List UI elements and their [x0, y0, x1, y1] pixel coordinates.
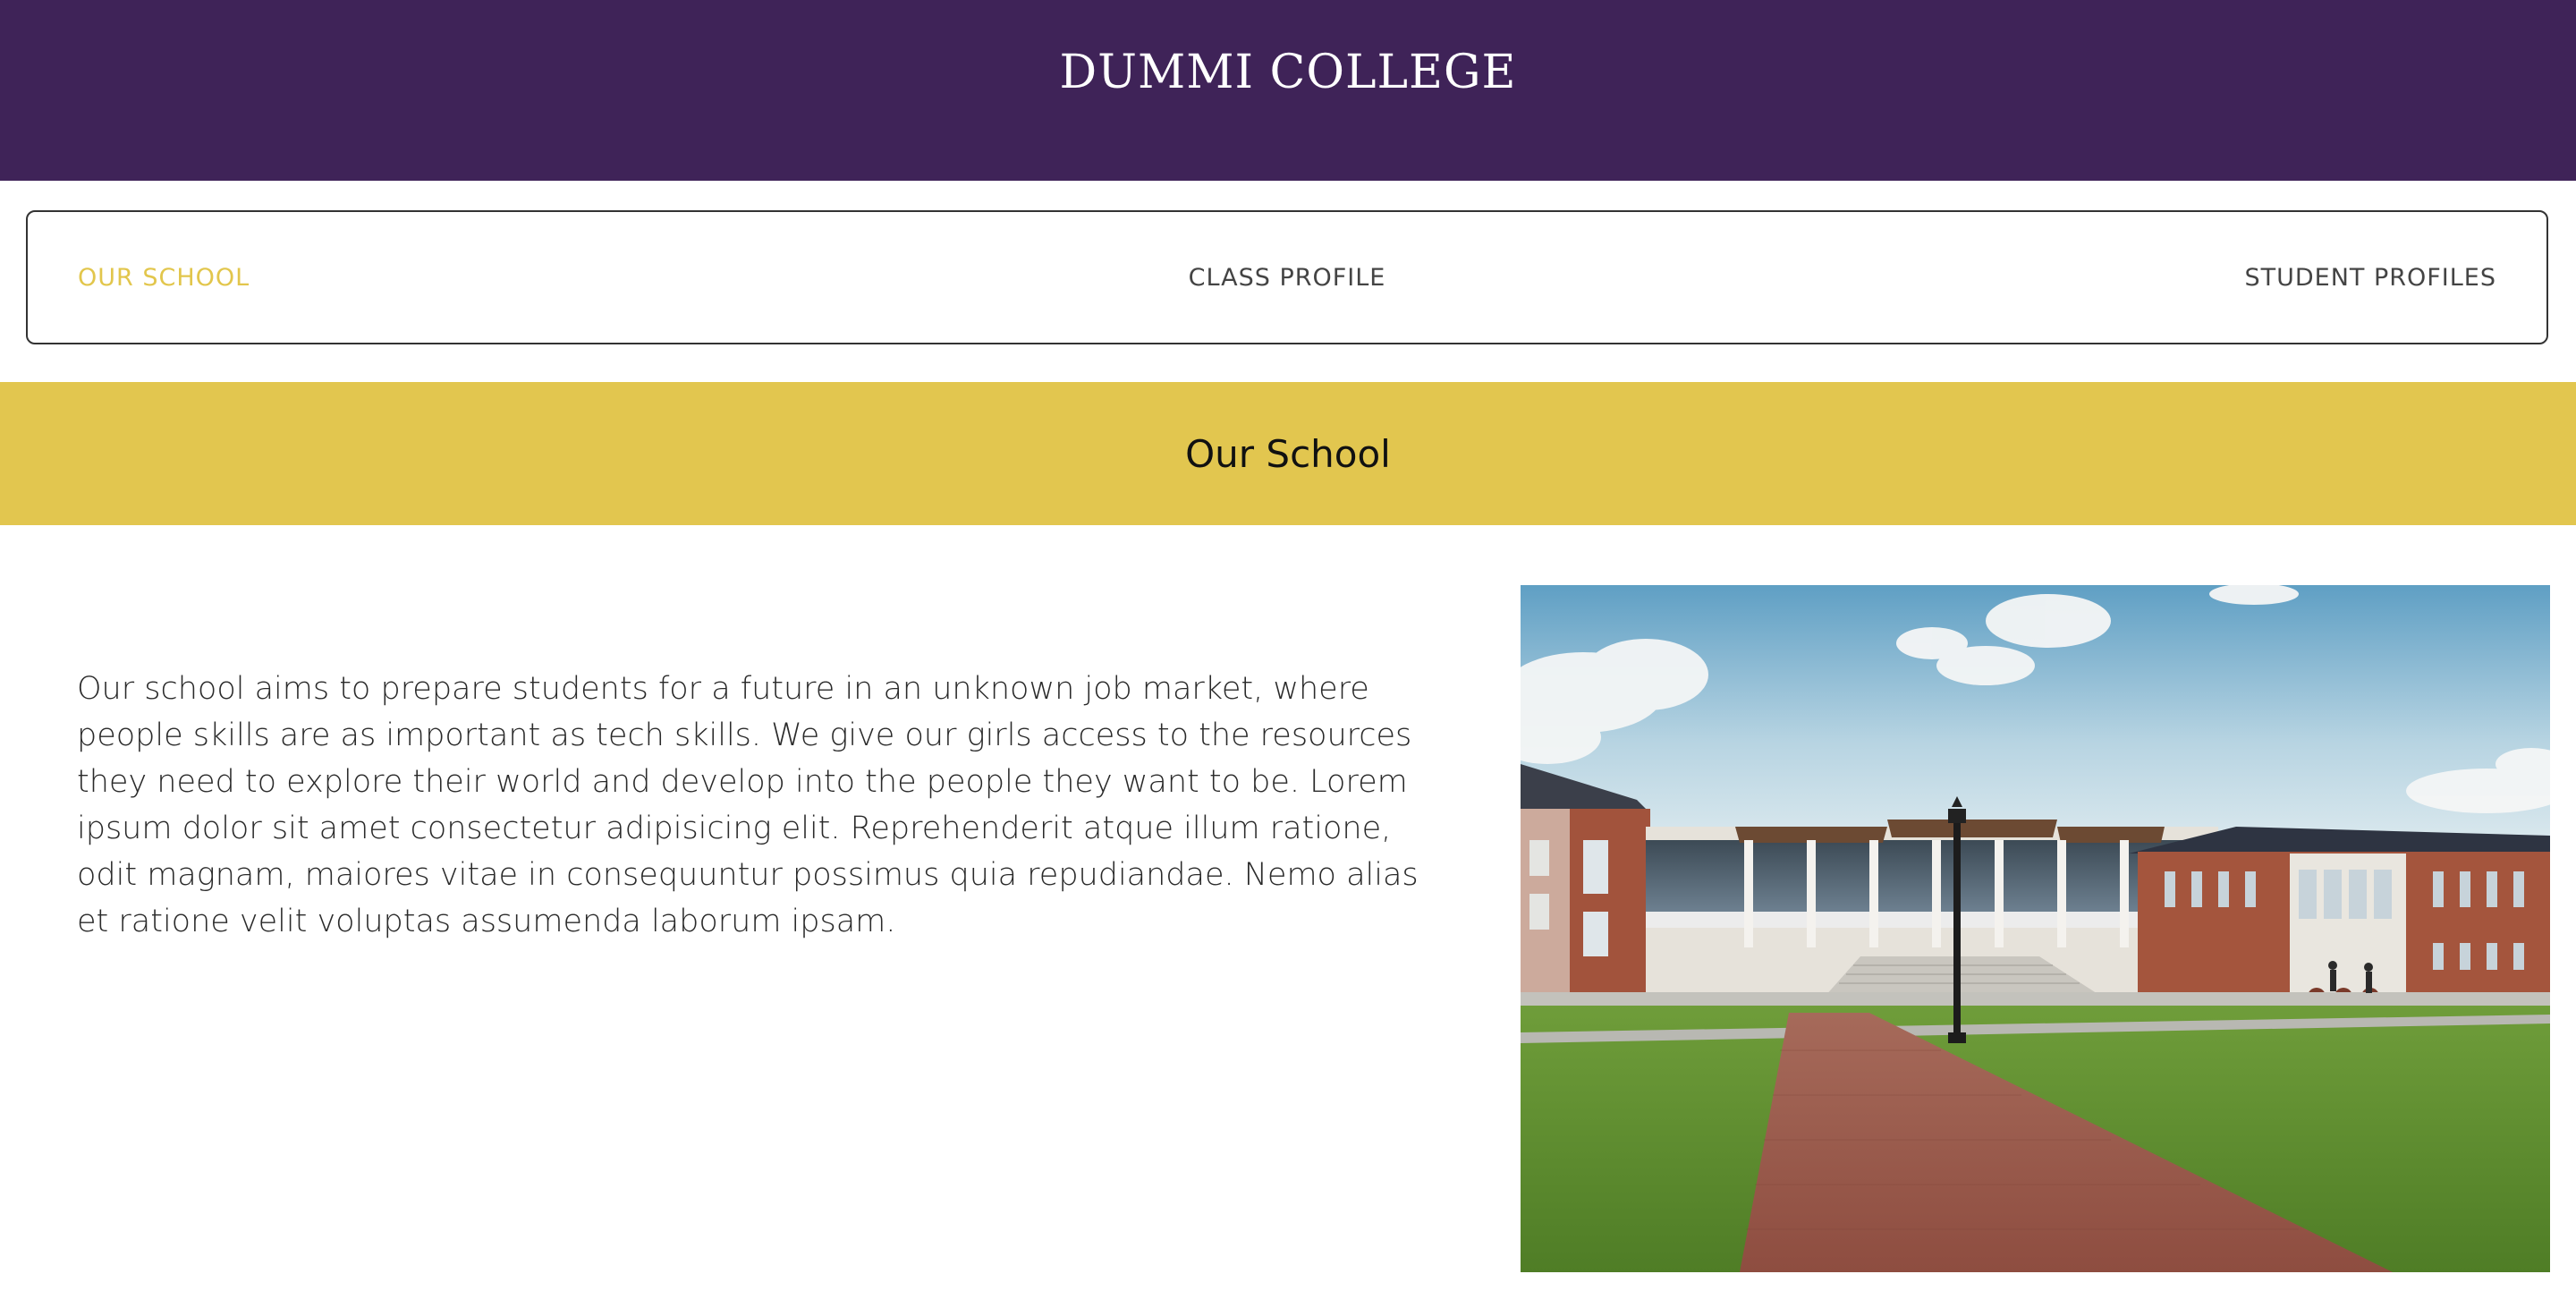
main-nav: OUR SCHOOL CLASS PROFILE STUDENT PROFILE… [26, 210, 2548, 344]
section-title: Our School [1185, 431, 1391, 476]
nav-student-profiles[interactable]: STUDENT PROFILES [2244, 212, 2496, 343]
school-description: Our school aims to prepare students for … [77, 671, 1419, 939]
nav-our-school[interactable]: OUR SCHOOL [78, 212, 250, 343]
nav-class-profile[interactable]: CLASS PROFILE [1189, 212, 1386, 343]
site-header: DUMMI COLLEGE [0, 0, 2576, 181]
section-banner: Our School [0, 382, 2576, 525]
campus-photo [1521, 585, 2550, 1272]
site-title: DUMMI COLLEGE [1059, 46, 1517, 99]
